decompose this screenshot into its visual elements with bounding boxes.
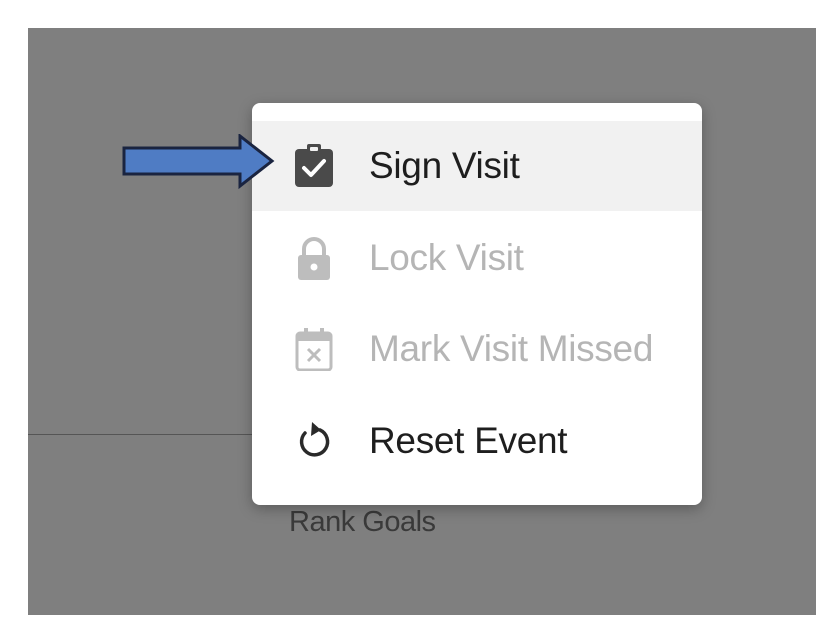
divider — [28, 434, 268, 435]
calendar-x-icon — [292, 327, 336, 371]
context-menu: Sign Visit Lock Visit Mark Visit Missed — [252, 103, 702, 505]
annotation-arrow-icon — [122, 134, 275, 190]
menu-item-label: Sign Visit — [369, 145, 520, 186]
menu-item-mark-visit-missed[interactable]: Mark Visit Missed — [252, 304, 702, 394]
menu-item-label: Reset Event — [369, 420, 568, 461]
reset-icon — [292, 419, 336, 463]
menu-item-label: Lock Visit — [369, 237, 524, 278]
menu-item-label: Mark Visit Missed — [369, 328, 654, 369]
menu-item-reset-event[interactable]: Reset Event — [252, 396, 702, 486]
menu-item-sign-visit[interactable]: Sign Visit — [252, 121, 702, 211]
clipboard-check-icon — [292, 144, 336, 188]
lock-icon — [292, 236, 336, 280]
background-label: Rank Goals — [289, 506, 436, 538]
menu-item-lock-visit[interactable]: Lock Visit — [252, 213, 702, 303]
